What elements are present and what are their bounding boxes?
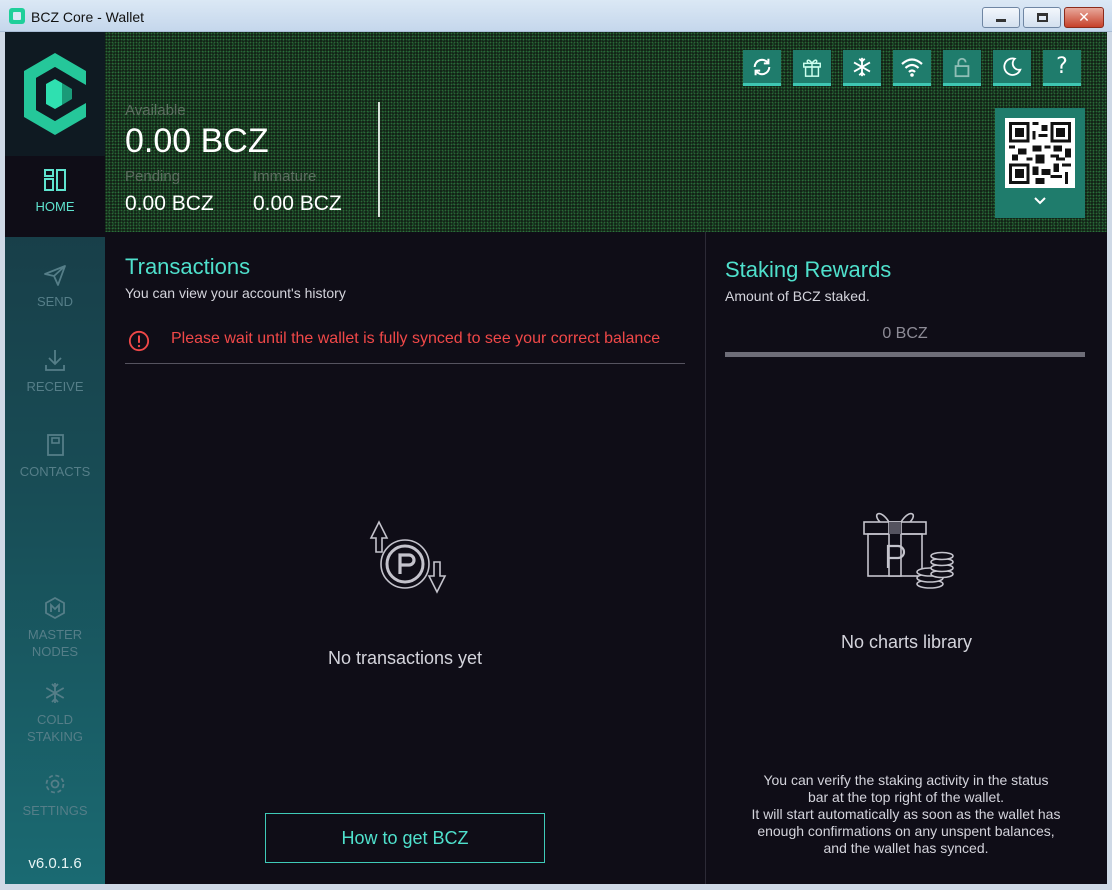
- staked-amount: 0 BCZ: [882, 325, 928, 342]
- sidebar-item-settings[interactable]: SETTINGS: [5, 760, 105, 840]
- staking-subtitle: Amount of BCZ staked.: [725, 288, 870, 304]
- settings-icon: [45, 774, 65, 794]
- transactions-subtitle: You can view your account's history: [125, 285, 346, 301]
- cold-staking-icon: [45, 683, 65, 703]
- pending-balance: 0.00 BCZ: [125, 192, 214, 215]
- staking-note-line: and the wallet has synced.: [823, 840, 989, 856]
- sidebar-item-label: RECEIVE: [26, 379, 84, 394]
- sidebar-item-cold-staking[interactable]: COLD STAKING: [5, 669, 105, 749]
- app-logo-icon: [9, 8, 25, 24]
- staking-note-line: You can verify the staking activity in t…: [763, 772, 1049, 788]
- sidebar-item-label: MASTER NODES: [27, 627, 83, 659]
- qr-code-icon: [1009, 122, 1071, 184]
- staking-title: Staking Rewards: [725, 257, 892, 282]
- close-icon: ✕: [1078, 9, 1090, 26]
- help-button[interactable]: ?: [1043, 50, 1081, 86]
- staking-info-note: You can verify the staking activity in t…: [726, 772, 1086, 857]
- receive-qr-button[interactable]: [995, 108, 1085, 218]
- masternodes-icon: [45, 596, 65, 620]
- staking-bar: [725, 352, 1085, 357]
- network-status-button[interactable]: [893, 50, 931, 86]
- sidebar-item-master-nodes[interactable]: MASTER NODES: [5, 584, 105, 664]
- snowflake-icon: [853, 57, 871, 76]
- theme-toggle-button[interactable]: [993, 50, 1031, 86]
- minimize-button[interactable]: [982, 7, 1020, 28]
- no-transactions-icon: [369, 520, 447, 594]
- sidebar-item-contacts[interactable]: CONTACTS: [5, 421, 105, 501]
- immature-label: Immature: [253, 168, 317, 185]
- transactions-title: Transactions: [125, 254, 251, 279]
- staking-gift-coins-icon: [863, 512, 954, 589]
- staking-panel: Staking Rewards Amount of BCZ staked. 0 …: [706, 232, 1107, 884]
- bcz-logo-icon: [24, 53, 86, 135]
- sync-button[interactable]: [743, 50, 781, 86]
- sidebar-item-label: COLD STAKING: [26, 712, 84, 744]
- sync-warning-text: Please wait until the wallet is fully sy…: [171, 330, 661, 347]
- window-title: BCZ Core - Wallet: [31, 9, 145, 25]
- help-icon: ?: [1056, 54, 1068, 79]
- wallet-app: HOME SEND RECEIVE CONTACTS MASTER NODES …: [5, 32, 1107, 884]
- minimize-icon: [996, 19, 1006, 22]
- rewards-button[interactable]: [793, 50, 831, 86]
- chevron-down-icon: [1034, 197, 1046, 205]
- alert-circle-icon: [128, 330, 150, 352]
- maximize-icon: [1036, 13, 1048, 22]
- sidebar-item-label: SETTINGS: [22, 803, 88, 818]
- cold-staking-button[interactable]: [843, 50, 881, 86]
- qr-code: [1005, 118, 1075, 188]
- no-charts-text: No charts library: [840, 632, 973, 652]
- title-bar: BCZ Core - Wallet ✕: [0, 0, 1112, 32]
- wifi-icon: [901, 57, 923, 77]
- receive-icon: [45, 350, 65, 371]
- header-divider: [378, 102, 380, 217]
- sidebar-item-label: HOME: [35, 199, 75, 214]
- send-icon: [44, 265, 66, 286]
- staking-note-line: bar at the top right of the wallet.: [807, 789, 1005, 805]
- lock-wallet-button[interactable]: [943, 50, 981, 86]
- bcz-logo: [5, 32, 105, 156]
- staking-note-line: It will start automatically as soon as t…: [751, 806, 1061, 822]
- balance-header: Available 0.00 BCZ Pending 0.00 BCZ Imma…: [105, 32, 1107, 232]
- close-button[interactable]: ✕: [1064, 7, 1104, 28]
- sidebar-item-send[interactable]: SEND: [5, 251, 105, 331]
- no-transactions-text: No transactions yet: [327, 648, 483, 668]
- transactions-panel: Transactions You can view your account's…: [105, 232, 705, 884]
- pending-label: Pending: [125, 168, 181, 185]
- immature-balance: 0.00 BCZ: [253, 192, 342, 215]
- contacts-icon: [47, 434, 64, 456]
- sync-icon: [753, 58, 771, 75]
- maximize-button[interactable]: [1023, 7, 1061, 28]
- available-balance: 0.00 BCZ: [125, 122, 269, 160]
- sidebar-item-label: SEND: [36, 294, 74, 309]
- sync-warning: Please wait until the wallet is fully sy…: [125, 324, 685, 364]
- sidebar: HOME SEND RECEIVE CONTACTS MASTER NODES …: [5, 32, 105, 884]
- sidebar-item-receive[interactable]: RECEIVE: [5, 336, 105, 416]
- sidebar-item-label: CONTACTS: [19, 464, 91, 479]
- staking-note-line: enough confirmations on any unspent bala…: [757, 823, 1055, 839]
- moon-icon: [1003, 57, 1022, 76]
- sidebar-item-home[interactable]: HOME: [5, 156, 105, 237]
- lock-icon: [954, 57, 970, 77]
- home-icon: [44, 169, 66, 191]
- version-label: v6.0.1.6: [28, 855, 82, 872]
- how-to-get-bcz-button[interactable]: How to get BCZ: [265, 813, 545, 863]
- gift-icon: [803, 58, 821, 77]
- available-label: Available: [125, 102, 186, 119]
